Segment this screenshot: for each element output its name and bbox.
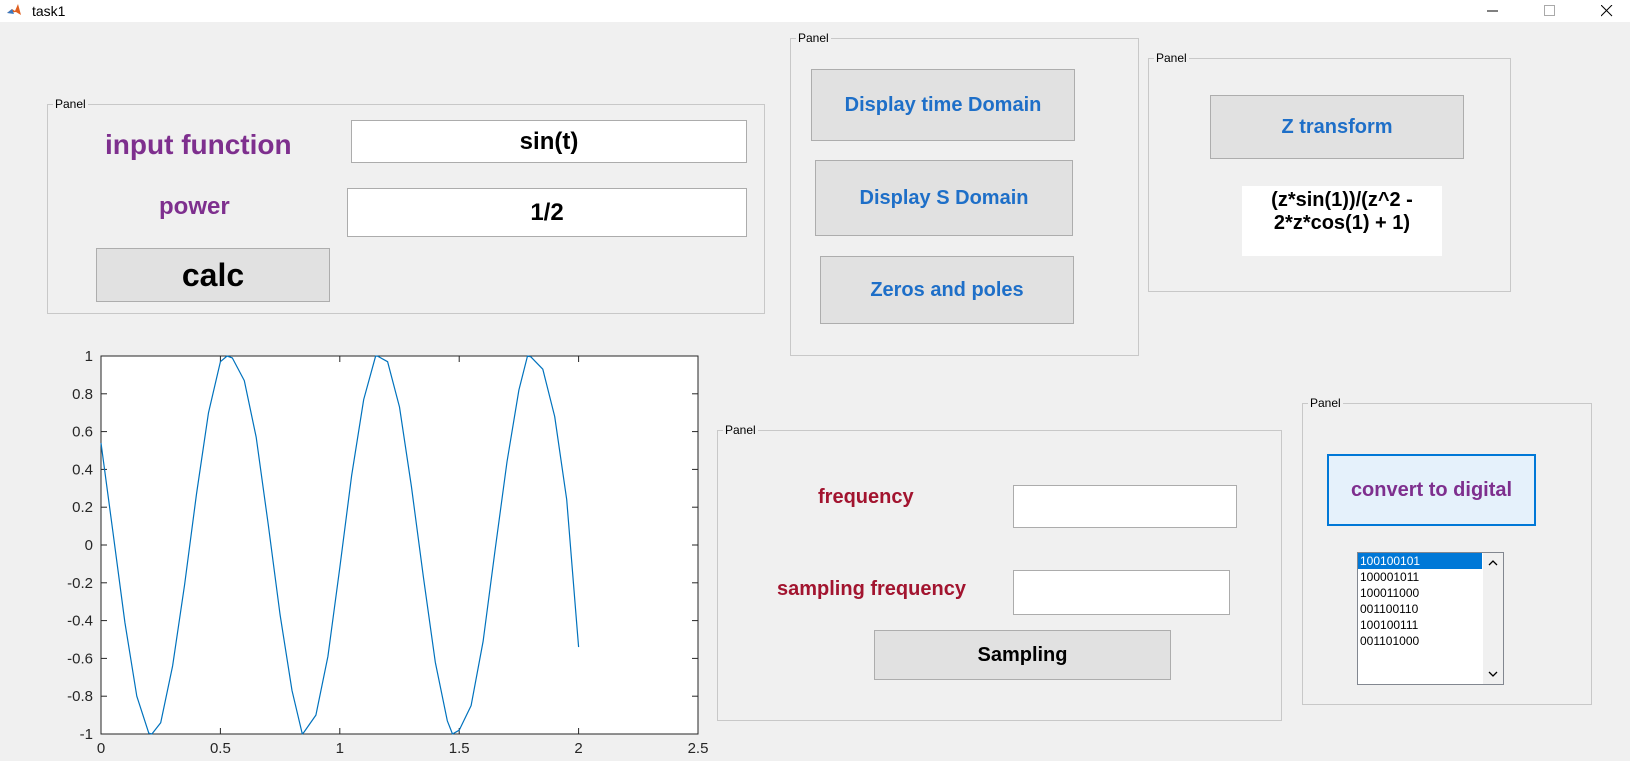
display-time-domain-button[interactable]: Display time Domain xyxy=(811,69,1075,141)
y-tick-label: -0.6 xyxy=(67,650,93,667)
y-tick-label: 0.4 xyxy=(72,461,93,478)
x-tick-label: 2 xyxy=(574,740,582,757)
list-items: 100100101 100001011 100011000 001100110 1001… xyxy=(1358,553,1503,649)
minimize-button[interactable] xyxy=(1470,0,1516,22)
sampling-button[interactable]: Sampling xyxy=(874,630,1171,680)
list-item[interactable]: 100011000 xyxy=(1358,585,1482,601)
minimize-icon xyxy=(1487,10,1498,12)
y-tick-label: 0.2 xyxy=(72,499,93,516)
power-label: power xyxy=(159,193,230,220)
sampling-frequency-label: sampling frequency xyxy=(777,578,966,600)
chevron-down-icon[interactable] xyxy=(1488,670,1498,678)
panel-title: Panel xyxy=(1308,396,1343,410)
plot-area xyxy=(100,355,699,735)
z-transform-result: (z*sin(1))/(z^2 - 2*z*cos(1) + 1) xyxy=(1242,186,1442,256)
display-s-domain-button[interactable]: Display S Domain xyxy=(815,160,1073,236)
list-item[interactable]: 100100101 xyxy=(1358,553,1482,569)
y-tick-label: -0.2 xyxy=(67,575,93,592)
close-icon xyxy=(1601,5,1613,17)
x-tick-label: 0 xyxy=(97,740,105,757)
chevron-up-icon[interactable] xyxy=(1488,559,1498,567)
scrollbar[interactable] xyxy=(1483,553,1503,684)
matlab-icon xyxy=(7,4,21,15)
panel-title: Panel xyxy=(723,423,758,437)
x-tick-label: 2.5 xyxy=(688,740,709,757)
ztransform-panel: Panel xyxy=(1148,51,1511,292)
panel-title: Panel xyxy=(1154,51,1189,65)
y-tick-label: 0.6 xyxy=(72,424,93,441)
x-tick-label: 0.5 xyxy=(210,740,231,757)
z-transform-button[interactable]: Z transform xyxy=(1210,95,1464,159)
y-tick-label: -1 xyxy=(80,726,93,743)
z-transform-result-line1: (z*sin(1))/(z^2 - xyxy=(1271,189,1413,211)
zeros-and-poles-button[interactable]: Zeros and poles xyxy=(820,256,1074,324)
panel-title: Panel xyxy=(796,31,831,45)
list-item[interactable]: 100001011 xyxy=(1358,569,1482,585)
y-tick-label: -0.8 xyxy=(67,688,93,705)
plot-axes: 0 0.5 1 1.5 2 2.5 -1 -0.8 -0.6 -0.4 -0.2 0 0.2 0.4 0.6… xyxy=(67,348,709,757)
list-item[interactable]: 001100110 xyxy=(1358,601,1482,617)
y-tick-label: 0 xyxy=(85,537,93,554)
calc-button[interactable]: calc xyxy=(96,248,330,302)
input-function-field[interactable]: sin(t) xyxy=(351,120,747,163)
digital-listbox[interactable]: 100100101 100001011 100011000 001100110 1001… xyxy=(1357,552,1504,685)
x-tick-label: 1 xyxy=(336,740,344,757)
y-tick-label: 1 xyxy=(85,348,93,365)
maximize-button[interactable] xyxy=(1527,0,1573,22)
window-title: task1 xyxy=(32,3,66,19)
list-item[interactable]: 001101000 xyxy=(1358,633,1482,649)
x-tick-label: 1.5 xyxy=(449,740,470,757)
sampling-frequency-field[interactable] xyxy=(1013,570,1230,615)
maximize-icon xyxy=(1544,5,1555,16)
power-field[interactable]: 1/2 xyxy=(347,188,747,237)
frequency-label: frequency xyxy=(818,486,914,508)
z-transform-result-line2: 2*z*cos(1) + 1) xyxy=(1273,212,1411,234)
list-item[interactable]: 100100111 xyxy=(1358,617,1482,633)
y-tick-label: 0.8 xyxy=(72,386,93,403)
panel-title: Panel xyxy=(53,97,88,111)
title-bar: task1 xyxy=(0,0,1630,22)
convert-to-digital-button[interactable]: convert to digital xyxy=(1327,454,1536,526)
frequency-field[interactable] xyxy=(1013,485,1237,528)
input-function-label: input function xyxy=(105,129,292,160)
close-button[interactable] xyxy=(1584,0,1630,22)
y-tick-label: -0.4 xyxy=(67,613,93,630)
